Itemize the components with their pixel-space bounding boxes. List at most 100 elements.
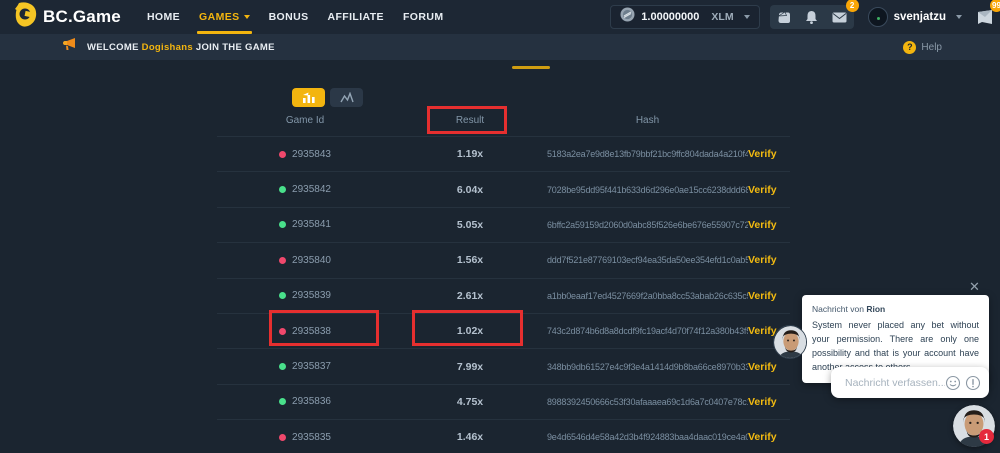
chat-toggle-button[interactable]: 99 [972,5,998,29]
verify-link[interactable]: Verify [748,361,790,373]
result-value: 2.61x [393,290,547,302]
highlight-box-result-header [427,106,507,134]
balance-selector[interactable]: 1.00000000 XLM [610,5,759,29]
wallet-button[interactable] [770,5,798,29]
hash-value: 743c2d874b6d8a8dcdf9fc19acf4d70f74f12a38… [547,326,748,336]
chat-input-bar [831,367,989,398]
result-value: 1.19x [393,148,547,160]
help-icon: ? [903,41,916,54]
chat-sender-name: Rion [866,304,885,314]
highlight-box-result [412,310,523,346]
mail-button[interactable]: 2 [826,5,854,29]
hash-value: 6bffc2a59159d2060d0abc85f526e6be676e5590… [547,220,748,230]
history-table-body: 2935843 1.19x 5183a2ea7e9d8e13fb79bbf21b… [217,136,790,453]
header-game-id: Game Id [217,115,393,126]
nav-forum[interactable]: FORUM [403,0,444,34]
verify-link[interactable]: Verify [748,254,790,266]
chat-sender-avatar [773,325,807,359]
game-dot [279,186,286,193]
smiley-icon[interactable] [945,375,961,391]
highlight-box-game-id [269,310,379,346]
exclamation-icon[interactable] [965,375,981,391]
header-icon-group: 2 [770,5,854,29]
hash-value: ddd7f521e87769103ecf94ea35da50ee354efd1c… [547,255,748,265]
game-id-cell: 2935839 [217,290,393,301]
balance-currency: XLM [711,11,733,23]
table-row: 2935835 1.46x 9e4d6546d4e58a42d3b4f92488… [217,419,790,453]
chat-message-from: Nachricht von Rion [812,304,979,314]
nav-affiliate[interactable]: AFFILIATE [327,0,383,34]
hash-value: 348bb9db61527e4c9f3e4a1414d9b8ba66ce8970… [547,362,748,372]
table-row: 2935840 1.56x ddd7f521e87769103ecf94ea35… [217,242,790,277]
caret-down-icon [956,15,962,19]
game-id: 2935839 [292,290,331,301]
user-avatar [868,7,888,27]
logo-text: BC.Game [43,7,121,27]
hash-value: 5183a2ea7e9d8e13fb79bbf21bc9ffc804dada4a… [547,149,748,159]
result-value: 7.99x [393,361,547,373]
mail-icon [832,12,847,23]
help-label: Help [921,42,942,53]
nav-games[interactable]: GAMES [199,0,250,34]
table-row: 2935842 6.04x 7028be95dd95f441b633d6d296… [217,171,790,206]
game-id-cell: 2935837 [217,361,393,372]
game-id-cell: 2935836 [217,396,393,407]
verify-link[interactable]: Verify [748,184,790,196]
table-row: 2935843 1.19x 5183a2ea7e9d8e13fb79bbf21b… [217,136,790,171]
verify-link[interactable]: Verify [748,431,790,443]
help-button[interactable]: ? Help [903,34,942,60]
welcome-bar: WELCOME Dogishans JOIN THE GAME ? Help [0,34,1000,60]
result-value: 1.46x [393,431,547,443]
verify-link[interactable]: Verify [748,148,790,160]
table-row: 2935839 2.61x a1bb0eaaf17ed4527669f2a0bb… [217,278,790,313]
nav-bonus[interactable]: BONUS [269,0,309,34]
chat-message-input[interactable] [845,377,945,389]
hash-value: 9e4d6546d4e58a42d3b4f924883baa4daac019ce… [547,432,748,442]
verify-link[interactable]: Verify [748,290,790,302]
game-id: 2935836 [292,396,331,407]
result-value: 4.75x [393,396,547,408]
game-id: 2935837 [292,361,331,372]
game-id-cell: 2935841 [217,219,393,230]
verify-link[interactable]: Verify [748,396,790,408]
table-row: 2935836 4.75x 8988392450666c53f30afaaaea… [217,384,790,419]
hash-value: a1bb0eaaf17ed4527669f2a0bba8cc53abab26c6… [547,291,748,301]
table-row: 2935837 7.99x 348bb9db61527e4c9f3e4a1414… [217,348,790,383]
hash-value: 7028be95dd95f441b633d6d296e0ae15cc6238dd… [547,185,748,195]
bcgame-logo[interactable]: BC.Game [14,2,121,32]
close-icon[interactable]: ✕ [969,279,980,295]
verify-link[interactable]: Verify [748,219,790,231]
game-id: 2935835 [292,432,331,443]
notifications-button[interactable] [798,5,826,29]
result-value: 5.05x [393,219,547,231]
wallet-icon [777,11,791,24]
game-history-table: Game Id Result Hash 2935843 1.19x 5183a2… [217,105,790,453]
user-menu[interactable]: svenjatzu [868,7,962,27]
game-dot [279,434,286,441]
megaphone-icon [62,38,77,56]
game-id-cell: 2935843 [217,149,393,160]
game-id-cell: 2935842 [217,184,393,195]
nav-home[interactable]: HOME [147,0,180,34]
mail-badge: 2 [846,0,859,12]
game-id: 2935840 [292,255,331,266]
result-value: 6.04x [393,184,547,196]
game-dot [279,398,286,405]
bar-chart-icon [302,92,316,104]
game-dot [279,221,286,228]
game-dot [279,292,286,299]
table-row: 2935841 5.05x 6bffc2a59159d2060d0abc85f5… [217,207,790,242]
welcome-username: Dogishans [142,42,193,53]
game-id: 2935843 [292,149,331,160]
active-tab-indicator [512,66,550,69]
username: svenjatzu [894,11,946,23]
main-nav: HOME GAMES BONUS AFFILIATE FORUM [147,0,444,34]
game-dot [279,363,286,370]
welcome-text: WELCOME Dogishans JOIN THE GAME [87,42,275,53]
bell-icon [805,10,818,24]
game-id-cell: 2935840 [217,255,393,266]
result-value: 1.56x [393,254,547,266]
bcgame-logo-icon [14,2,37,32]
game-dot [279,151,286,158]
game-id: 2935841 [292,219,331,230]
